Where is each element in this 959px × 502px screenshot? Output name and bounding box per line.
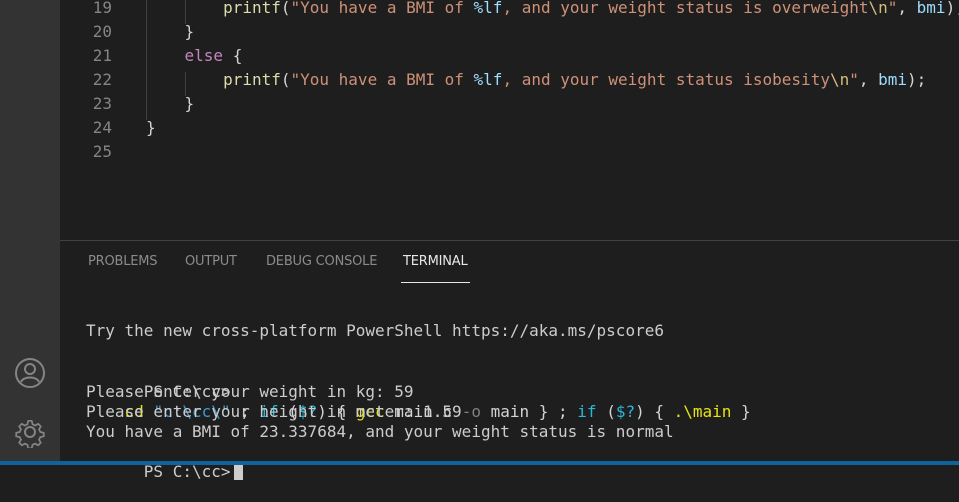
code-token: } xyxy=(184,22,195,41)
tab-problems[interactable]: PROBLEMS xyxy=(88,241,158,283)
code-token: } xyxy=(146,118,156,137)
code-token: bmi xyxy=(878,70,908,89)
tab-label: DEBUG CONSOLE xyxy=(266,254,378,269)
code-editor[interactable]: 19 printf("You have a BMI of %lf, and yo… xyxy=(60,0,959,239)
code-token: " xyxy=(887,0,898,17)
code-line: 22 printf("You have a BMI of %lf, and yo… xyxy=(60,68,959,92)
terminal[interactable]: Try the new cross-platform PowerShell ht… xyxy=(60,283,959,481)
code-token: %lf xyxy=(473,70,503,89)
code-text: printf("You have a BMI of %lf, and your … xyxy=(146,68,926,92)
code-token: , and your weight status is overweight xyxy=(502,0,869,17)
terminal-final-prompt[interactable]: PS C:\cc> xyxy=(86,442,946,481)
code-token: \n xyxy=(829,70,850,89)
tab-label: TERMINAL xyxy=(403,254,468,269)
account-icon[interactable] xyxy=(14,357,46,389)
code-token: , xyxy=(897,0,917,17)
code-token: ); xyxy=(945,0,959,17)
code-line: 25 xyxy=(60,140,959,164)
bottom-panel: PROBLEMS OUTPUT DEBUG CONSOLE TERMINAL T… xyxy=(60,240,959,481)
code-token: "You have a BMI of xyxy=(290,0,474,17)
tab-label: OUTPUT xyxy=(185,254,237,269)
terminal-output-line: You have a BMI of 23.337684, and your we… xyxy=(86,422,674,441)
code-token: { xyxy=(223,46,243,65)
code-text: } xyxy=(146,92,195,116)
line-number: 25 xyxy=(92,142,112,161)
gear-icon[interactable] xyxy=(14,416,46,450)
line-number: 19 xyxy=(92,0,112,17)
code-token: , xyxy=(858,70,879,89)
code-line: 19 printf("You have a BMI of %lf, and yo… xyxy=(60,0,959,20)
code-token: else xyxy=(184,46,224,65)
tab-terminal[interactable]: TERMINAL xyxy=(401,241,470,283)
code-token: %lf xyxy=(473,0,503,17)
code-token: \n xyxy=(868,0,888,17)
code-token: " xyxy=(849,70,859,89)
terminal-command-line: PS C:\cc> cd "c:\cc\" ; if ($?) { gcc ma… xyxy=(86,362,946,421)
line-number: 22 xyxy=(92,70,112,89)
code-token: ); xyxy=(907,70,927,89)
code-line: 24} xyxy=(60,116,959,140)
line-number: 24 xyxy=(92,118,112,137)
code-text: } xyxy=(146,20,195,44)
code-token: "You have a BMI of xyxy=(290,70,474,89)
line-number: 23 xyxy=(92,94,112,113)
code-line: 23 } xyxy=(60,92,959,116)
code-text: } xyxy=(146,116,156,140)
status-bar xyxy=(0,461,959,465)
tab-debug-console[interactable]: DEBUG CONSOLE xyxy=(266,241,377,283)
code-token: bmi xyxy=(916,0,946,17)
terminal-output-line: Please enter your weight in kg: 59 xyxy=(86,382,414,401)
code-text: printf("You have a BMI of %lf, and your … xyxy=(146,0,959,20)
tab-output[interactable]: OUTPUT xyxy=(185,241,237,283)
code-token: printf xyxy=(223,70,281,89)
tab-label: PROBLEMS xyxy=(88,254,158,269)
code-line: 21 else { xyxy=(60,44,959,68)
terminal-banner: Try the new cross-platform PowerShell ht… xyxy=(86,321,664,340)
code-token: ( xyxy=(280,0,291,17)
code-token: , and your weight status isobesity xyxy=(502,70,830,89)
line-number: 21 xyxy=(92,46,112,65)
code-token: printf xyxy=(223,0,281,17)
code-token: } xyxy=(184,94,195,113)
code-token: ( xyxy=(280,70,291,89)
code-text: else { xyxy=(146,44,243,68)
activity-bar xyxy=(0,0,60,461)
line-number: 20 xyxy=(92,22,112,41)
terminal-output-line: Please enter your height in meter: 1.59 xyxy=(86,402,462,421)
code-line: 20 } xyxy=(60,20,959,44)
